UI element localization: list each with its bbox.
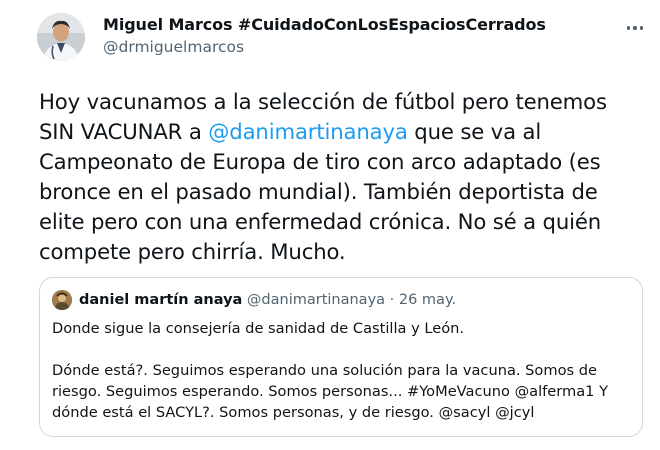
quoted-tweet[interactable]: daniel martín anaya @danimartinanaya · 2… <box>39 277 643 437</box>
tweet-card: Miguel Marcos #CuidadoConLosEspaciosCerr… <box>0 0 660 450</box>
author-avatar[interactable] <box>37 13 85 61</box>
quoted-text-para2: Dónde está?. Seguimos esperando una solu… <box>52 362 609 421</box>
quoted-date[interactable]: 26 may. <box>399 292 456 308</box>
quoted-author-avatar[interactable] <box>52 290 72 310</box>
author-block: Miguel Marcos #CuidadoConLosEspaciosCerr… <box>103 14 546 58</box>
quoted-avatar-image <box>52 290 72 310</box>
more-dots-icon <box>626 26 631 30</box>
tweet-text: Hoy vacunamos a la selección de fútbol p… <box>39 87 639 267</box>
more-dots-icon <box>639 26 644 30</box>
quoted-separator: · <box>385 292 399 308</box>
author-avatar-image <box>37 13 85 61</box>
author-name[interactable]: Miguel Marcos #CuidadoConLosEspaciosCerr… <box>103 14 546 36</box>
tweet-mention-link[interactable]: @danimartinanaya <box>208 119 408 144</box>
quoted-text: Donde sigue la consejería de sanidad de … <box>52 318 637 423</box>
quoted-author-handle[interactable]: @danimartinanaya <box>247 292 385 308</box>
more-options-button[interactable] <box>624 20 646 36</box>
quoted-header: daniel martín anaya @danimartinanaya · 2… <box>79 290 456 310</box>
quoted-text-line1: Donde sigue la consejería de sanidad de … <box>52 320 465 337</box>
more-dots-icon <box>633 26 637 30</box>
quoted-author-name[interactable]: daniel martín anaya <box>79 292 242 308</box>
author-handle[interactable]: @drmiguelmarcos <box>103 36 546 58</box>
